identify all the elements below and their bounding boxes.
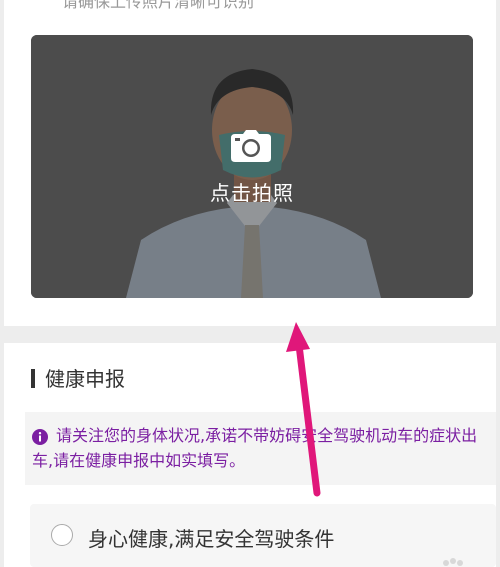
photo-upload-card: 请确保上传照片清晰可识别 点击拍照 xyxy=(4,0,496,326)
health-declaration-card: 健康申报 请关注您的身体状况,承诺不带妨碍安全驾驶机动车的症状出车,请在健康申报… xyxy=(4,343,496,567)
camera-icon xyxy=(231,130,271,162)
watermark-icon xyxy=(443,558,463,566)
option-label: 身心健康,满足安全驾驶条件 xyxy=(88,527,335,551)
photo-overlay xyxy=(31,35,473,298)
page: 请确保上传照片清晰可识别 点击拍照 健康申报 请关注您的身体状况,承诺不带妨碍安… xyxy=(0,0,500,567)
upload-hint: 请确保上传照片清晰可识别 xyxy=(62,0,255,11)
section-title: 健康申报 xyxy=(45,367,125,391)
take-photo-area[interactable]: 点击拍照 xyxy=(31,35,473,298)
health-notice: 请关注您的身体状况,承诺不带妨碍安全驾驶机动车的症状出车,请在健康申报中如实填写… xyxy=(25,412,496,485)
health-option-fit-to-drive[interactable]: 身心健康,满足安全驾驶条件 xyxy=(30,504,496,567)
take-photo-label: 点击拍照 xyxy=(210,181,294,205)
section-title-marker xyxy=(31,369,35,388)
radio-button[interactable] xyxy=(51,524,73,546)
notice-text: 请关注您的身体状况,承诺不带妨碍安全驾驶机动车的症状出车,请在健康申报中如实填写… xyxy=(32,426,478,470)
